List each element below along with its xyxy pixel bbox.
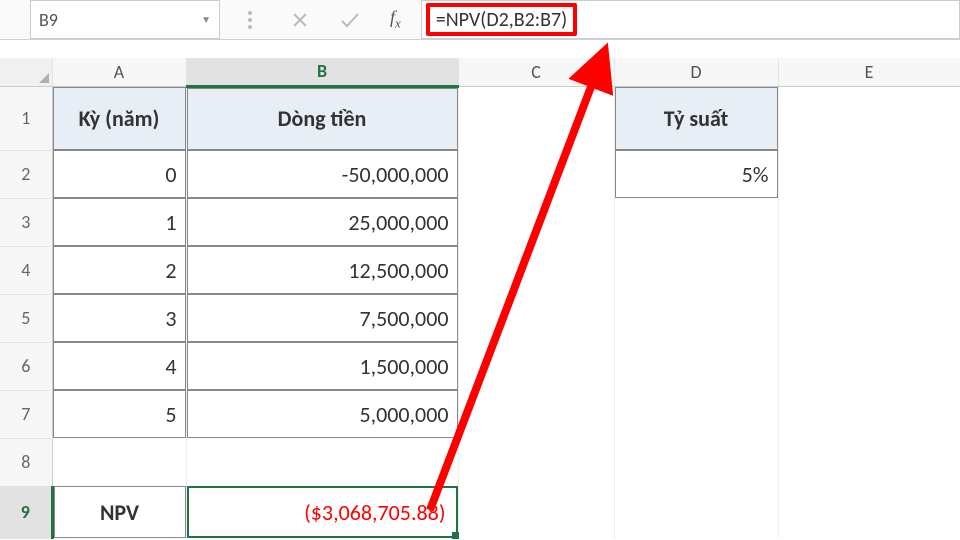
cell-D4[interactable] bbox=[614, 246, 778, 294]
header-ty-suat: Tỷ suất bbox=[615, 87, 778, 151]
row-1: 1 Kỳ (năm) Dòng tiền Tỷ suất bbox=[0, 86, 960, 150]
header-dong-tien: Dòng tiền bbox=[187, 88, 458, 151]
cell-B1[interactable]: Dòng tiền bbox=[186, 86, 458, 150]
cell-C3[interactable] bbox=[458, 198, 614, 246]
fx-icon[interactable]: fx bbox=[390, 7, 401, 32]
cell-A5[interactable]: 3 bbox=[52, 294, 186, 342]
row-6: 6 4 1,500,000 bbox=[0, 342, 960, 390]
cell-D2[interactable]: 5% bbox=[614, 150, 778, 198]
formula-bar: B9 ▼ fx =NPV(D2,B2:B7) bbox=[0, 0, 960, 40]
header-ky-nam: Kỳ (năm) bbox=[53, 87, 186, 151]
cell-B3[interactable]: 25,000,000 bbox=[186, 198, 458, 246]
spreadsheet-grid[interactable]: A B C D E 1 Kỳ (năm) Dòng tiền Tỷ suất 2… bbox=[0, 58, 960, 539]
col-header-E[interactable]: E bbox=[778, 58, 960, 86]
cell-C5[interactable] bbox=[458, 294, 614, 342]
row-header-9[interactable]: 9 bbox=[0, 486, 52, 538]
name-box-value: B9 bbox=[39, 9, 58, 31]
row-header-7[interactable]: 7 bbox=[0, 390, 52, 438]
name-box-dropdown-icon[interactable]: ▼ bbox=[201, 13, 211, 26]
col-header-B[interactable]: B bbox=[186, 58, 458, 86]
cell-C7[interactable] bbox=[458, 390, 614, 438]
cell-E7[interactable] bbox=[778, 390, 960, 438]
cell-B8[interactable] bbox=[186, 438, 458, 486]
cell-B4[interactable]: 12,500,000 bbox=[186, 246, 458, 294]
cell-B5[interactable]: 7,500,000 bbox=[186, 294, 458, 342]
row-header-4[interactable]: 4 bbox=[0, 246, 52, 294]
cell-D9[interactable] bbox=[614, 486, 778, 538]
formula-bar-buttons: fx bbox=[220, 0, 421, 39]
cell-A2[interactable]: 0 bbox=[52, 150, 186, 198]
cell-E3[interactable] bbox=[778, 198, 960, 246]
cell-A7[interactable]: 5 bbox=[52, 390, 186, 438]
formula-text: =NPV(D2,B2:B7) bbox=[436, 8, 567, 32]
row-7: 7 5 5,000,000 bbox=[0, 390, 960, 438]
cell-D8[interactable] bbox=[614, 438, 778, 486]
cell-B2[interactable]: -50,000,000 bbox=[186, 150, 458, 198]
cell-E9[interactable] bbox=[778, 486, 960, 538]
cell-A3[interactable]: 1 bbox=[52, 198, 186, 246]
selected-cell: ($3,068,705.88) bbox=[187, 486, 458, 538]
cell-B9[interactable]: ($3,068,705.88) bbox=[186, 486, 458, 538]
row-8: 8 bbox=[0, 438, 960, 486]
row-header-8[interactable]: 8 bbox=[0, 438, 52, 486]
cancel-icon[interactable] bbox=[290, 10, 310, 30]
column-headers: A B C D E bbox=[0, 58, 960, 86]
row-3: 3 1 25,000,000 bbox=[0, 198, 960, 246]
cell-C2[interactable] bbox=[458, 150, 614, 198]
cell-C4[interactable] bbox=[458, 246, 614, 294]
cell-C9[interactable] bbox=[458, 486, 614, 538]
cell-E1[interactable] bbox=[778, 86, 960, 150]
row-header-3[interactable]: 3 bbox=[0, 198, 52, 246]
cell-D5[interactable] bbox=[614, 294, 778, 342]
cell-A8[interactable] bbox=[52, 438, 186, 486]
row-5: 5 3 7,500,000 bbox=[0, 294, 960, 342]
cell-A6[interactable]: 4 bbox=[52, 342, 186, 390]
cell-C6[interactable] bbox=[458, 342, 614, 390]
cell-D7[interactable] bbox=[614, 390, 778, 438]
cell-C1[interactable] bbox=[458, 86, 614, 150]
col-header-D[interactable]: D bbox=[614, 58, 778, 86]
name-box[interactable]: B9 ▼ bbox=[30, 0, 220, 39]
row-header-6[interactable]: 6 bbox=[0, 342, 52, 390]
col-header-C[interactable]: C bbox=[458, 58, 614, 86]
row-header-2[interactable]: 2 bbox=[0, 150, 52, 198]
cell-C8[interactable] bbox=[458, 438, 614, 486]
cell-A1[interactable]: Kỳ (năm) bbox=[52, 86, 186, 150]
select-all-corner[interactable] bbox=[0, 58, 52, 86]
row-2: 2 0 -50,000,000 5% bbox=[0, 150, 960, 198]
cell-D1[interactable]: Tỷ suất bbox=[614, 86, 778, 150]
cell-E2[interactable] bbox=[778, 150, 960, 198]
dots-icon bbox=[240, 10, 260, 30]
formula-input[interactable]: =NPV(D2,B2:B7) bbox=[421, 0, 960, 39]
row-4: 4 2 12,500,000 bbox=[0, 246, 960, 294]
cell-E6[interactable] bbox=[778, 342, 960, 390]
row-header-5[interactable]: 5 bbox=[0, 294, 52, 342]
row-9: 9 NPV ($3,068,705.88) bbox=[0, 486, 960, 538]
cell-E5[interactable] bbox=[778, 294, 960, 342]
cell-E4[interactable] bbox=[778, 246, 960, 294]
cell-B6[interactable]: 1,500,000 bbox=[186, 342, 458, 390]
row-header-1[interactable]: 1 bbox=[0, 86, 52, 150]
cell-A9[interactable]: NPV bbox=[52, 486, 186, 538]
cell-D6[interactable] bbox=[614, 342, 778, 390]
cell-A4[interactable]: 2 bbox=[52, 246, 186, 294]
col-header-A[interactable]: A bbox=[52, 58, 186, 86]
enter-icon[interactable] bbox=[340, 10, 360, 30]
formula-highlight-box: =NPV(D2,B2:B7) bbox=[426, 3, 577, 36]
cell-B7[interactable]: 5,000,000 bbox=[186, 390, 458, 438]
cell-D3[interactable] bbox=[614, 198, 778, 246]
cell-E8[interactable] bbox=[778, 438, 960, 486]
